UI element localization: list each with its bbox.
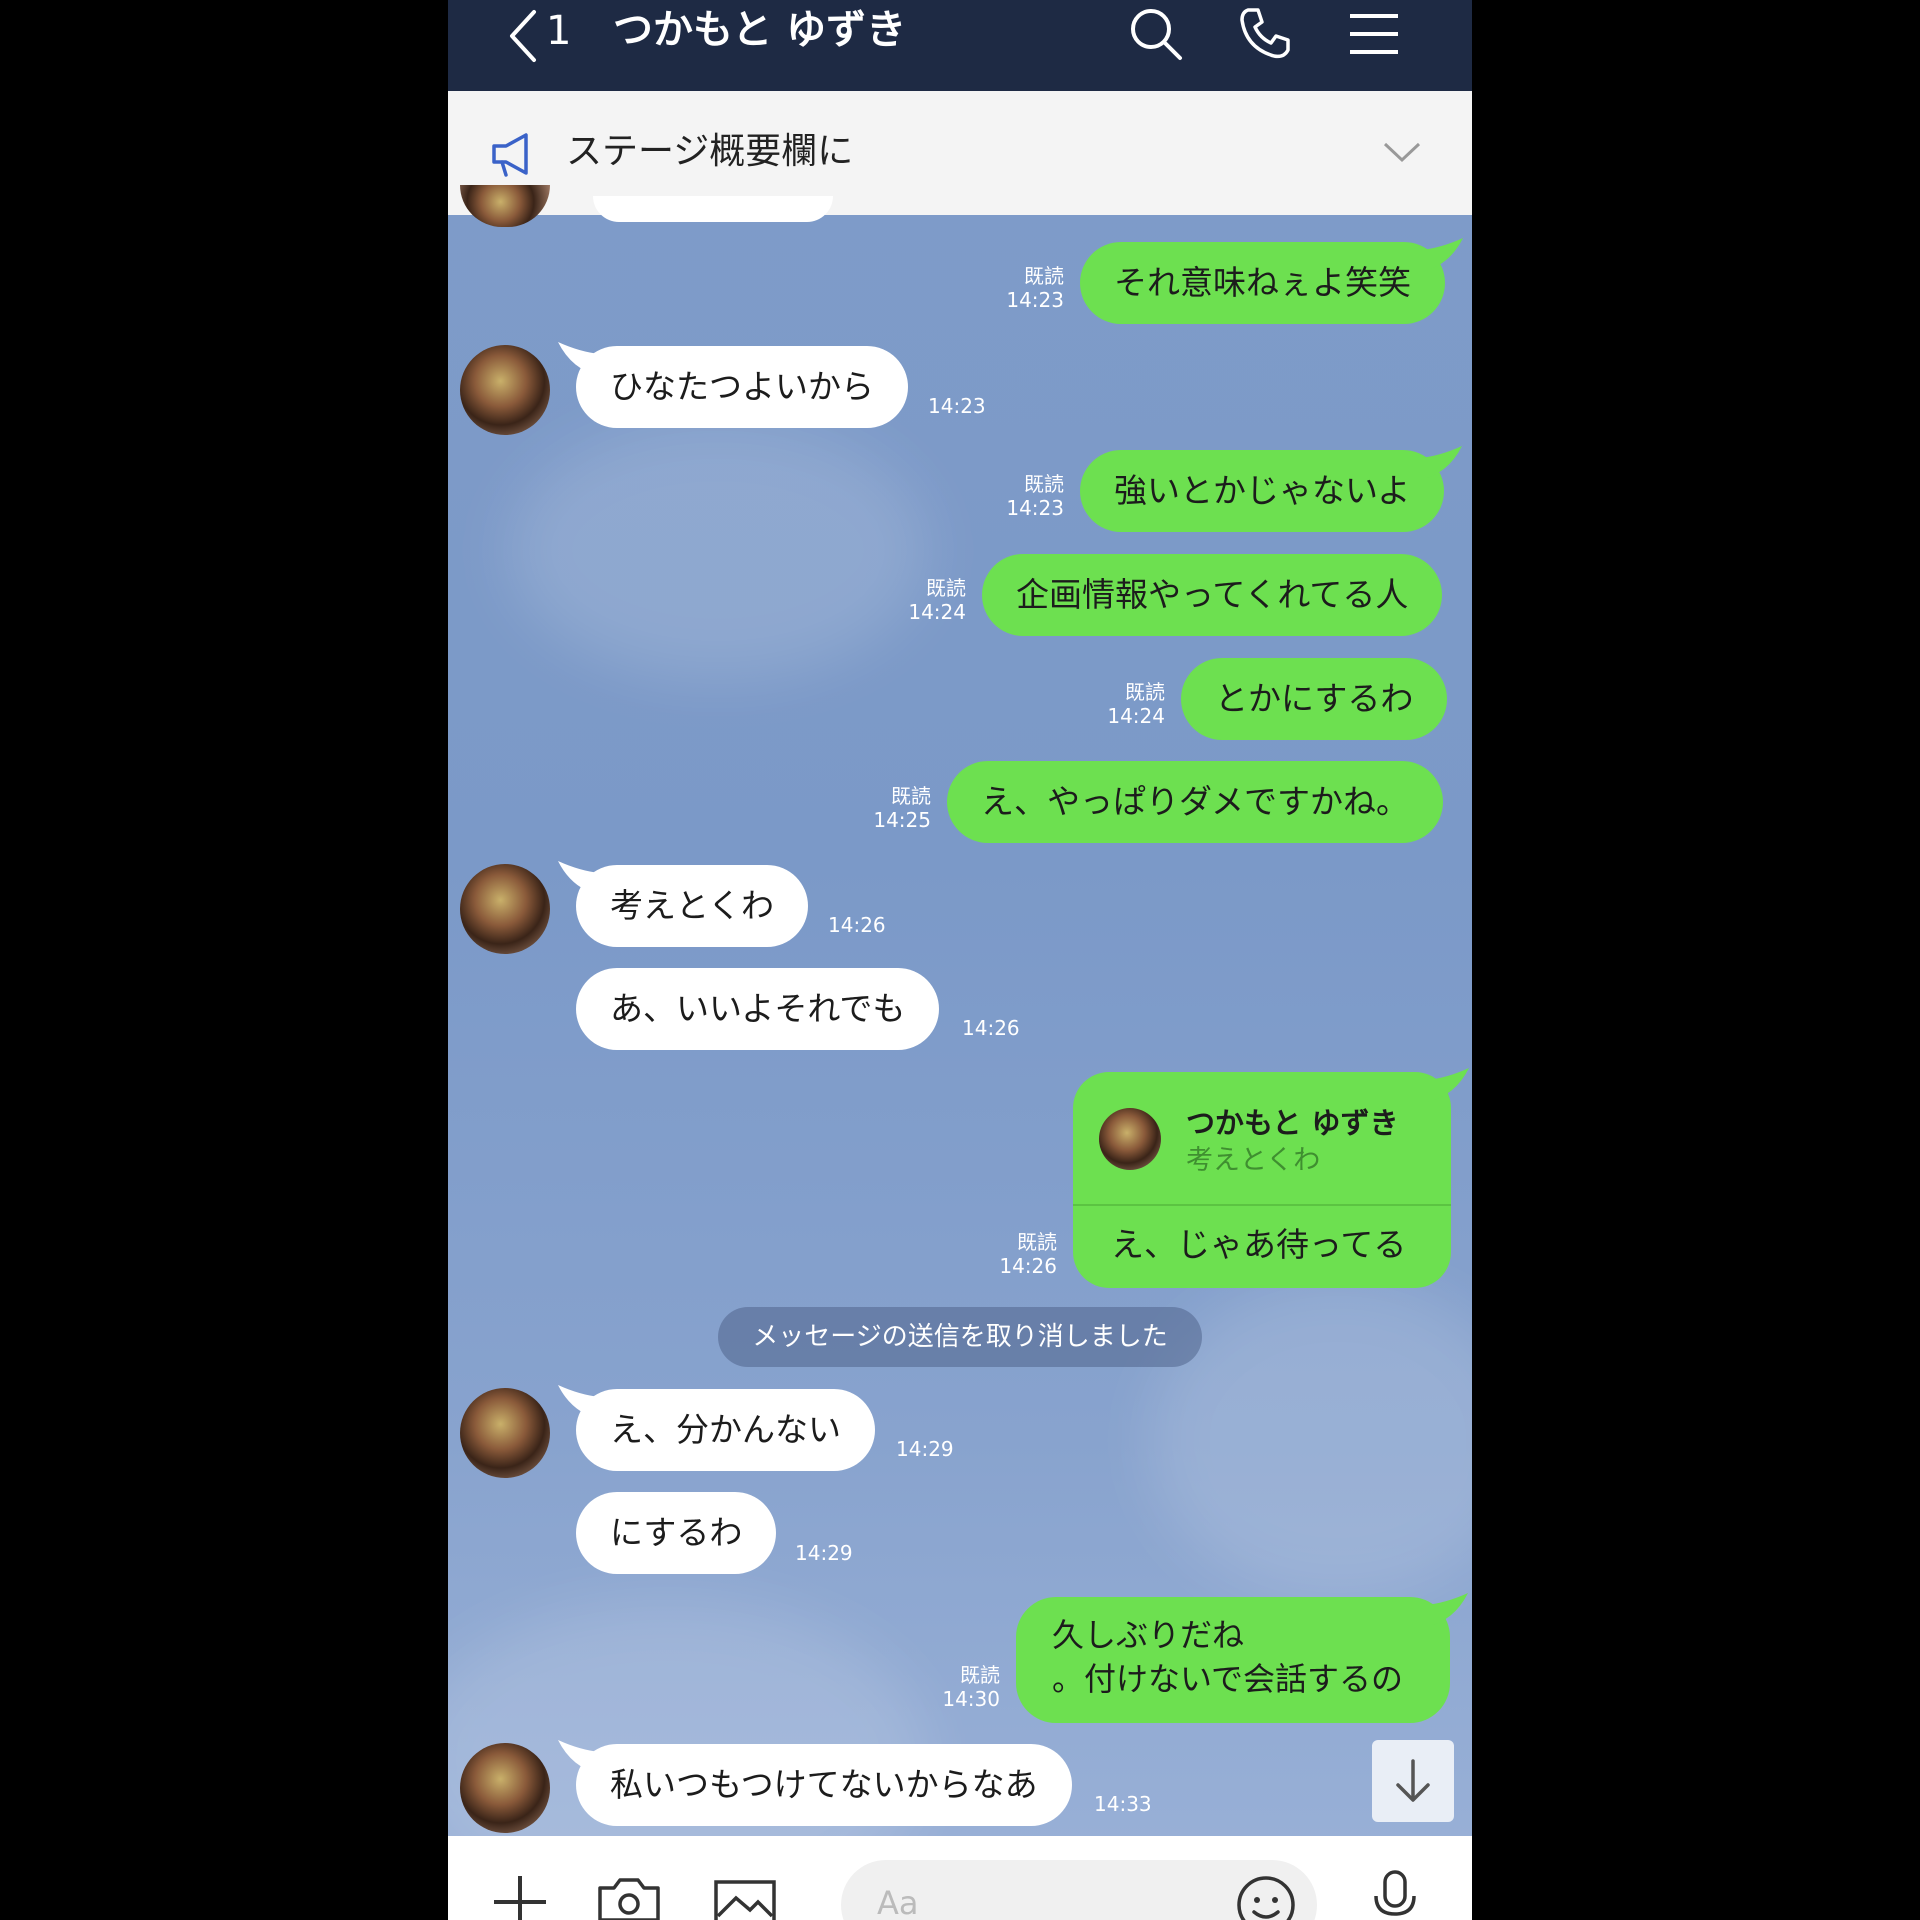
message-text: 強いとかじゃないよ bbox=[1114, 471, 1411, 510]
reply-bubble[interactable]: つかもと ゆずき 考えとくわ え、じゃあ待ってる bbox=[1073, 1068, 1469, 1288]
timestamp: 14:25 bbox=[873, 808, 931, 832]
megaphone-icon bbox=[492, 133, 528, 177]
search-icon[interactable] bbox=[1126, 4, 1186, 64]
timestamp: 14:26 bbox=[828, 913, 886, 937]
incoming-bubble[interactable]: ひなたつよいから bbox=[558, 342, 908, 428]
menu-icon[interactable] bbox=[1344, 4, 1404, 64]
read-receipt: 既読 bbox=[1017, 1230, 1057, 1254]
message-line: 。付けないで会話するの bbox=[1052, 1660, 1404, 1698]
timestamp: 14:26 bbox=[999, 1254, 1057, 1278]
message-meta: 既読 14:24 bbox=[894, 576, 966, 624]
chevron-down-icon[interactable] bbox=[1382, 139, 1422, 165]
chat-header: 1 つかもと ゆずき bbox=[448, 0, 1472, 91]
bubble-tail bbox=[558, 861, 600, 895]
avatar[interactable] bbox=[460, 1388, 550, 1478]
message-text: ひなたつよいから bbox=[610, 367, 874, 406]
message-text: それ意味ねぇよ笑笑 bbox=[1114, 263, 1411, 302]
outgoing-bubble[interactable]: え、やっぱりダメですかね。 bbox=[947, 761, 1444, 843]
outgoing-bubble[interactable]: とかにするわ bbox=[1181, 658, 1448, 740]
bubble-tail bbox=[1426, 1593, 1468, 1627]
incoming-bubble[interactable]: 考えとくわ bbox=[558, 861, 809, 947]
message-text: 考えとくわ bbox=[610, 886, 775, 925]
announcement-text: ステージ概要欄に bbox=[566, 131, 854, 172]
timestamp: 14:23 bbox=[1006, 288, 1064, 312]
arrow-down-icon bbox=[1396, 1759, 1430, 1802]
phone-icon[interactable] bbox=[1234, 4, 1294, 64]
timestamp: 14:33 bbox=[1094, 1792, 1152, 1816]
message-meta: 既読 14:26 bbox=[985, 1230, 1057, 1278]
timestamp: 14:23 bbox=[1006, 496, 1064, 520]
avatar[interactable] bbox=[460, 1743, 550, 1833]
system-message: メッセージの送信を取り消しました bbox=[718, 1307, 1202, 1367]
incoming-bubble[interactable]: 私いつもつけてないからなあ bbox=[558, 1740, 1072, 1826]
background-cloud bbox=[508, 420, 928, 680]
message-text: 久しぶりだね 。付けないで会話するの bbox=[1052, 1613, 1403, 1701]
incoming-bubble[interactable]: あ、いいよそれでも bbox=[576, 968, 940, 1050]
message-text: え、やっぱりダメですかね。 bbox=[981, 782, 1410, 821]
emoji-icon[interactable] bbox=[1235, 1874, 1297, 1920]
message-text: とかにするわ bbox=[1215, 679, 1414, 718]
timestamp: 14:29 bbox=[896, 1437, 954, 1461]
read-receipt: 既読 bbox=[1024, 264, 1064, 288]
message-meta: 既読 14:23 bbox=[992, 472, 1064, 520]
message-text: え、じゃあ待ってる bbox=[1111, 1225, 1407, 1264]
read-receipt: 既読 bbox=[960, 1663, 1000, 1687]
message-text: 私いつもつけてないからなあ bbox=[610, 1765, 1038, 1804]
message-text: え、分かんない bbox=[610, 1410, 841, 1449]
bubble-tail bbox=[1427, 1068, 1469, 1102]
message-input[interactable]: Aa bbox=[841, 1860, 1317, 1920]
timestamp: 14:24 bbox=[908, 600, 966, 624]
image-icon[interactable] bbox=[712, 1876, 778, 1920]
read-receipt: 既読 bbox=[891, 784, 931, 808]
incoming-bubble[interactable]: え、分かんない bbox=[558, 1385, 875, 1471]
timestamp: 14:30 bbox=[942, 1687, 1000, 1711]
read-receipt: 既読 bbox=[926, 576, 966, 600]
unread-count[interactable]: 1 bbox=[546, 6, 571, 56]
timestamp: 14:24 bbox=[1107, 704, 1165, 728]
outgoing-bubble[interactable]: 企画情報やってくれてる人 bbox=[982, 554, 1443, 636]
outgoing-bubble[interactable]: それ意味ねぇよ笑笑 bbox=[1080, 238, 1463, 324]
timestamp: 14:26 bbox=[962, 1016, 1020, 1040]
bubble-tail bbox=[1421, 238, 1463, 272]
message-meta: 既読 14:24 bbox=[1093, 680, 1165, 728]
chat-title: つかもと ゆずき bbox=[613, 7, 907, 53]
reply-quote-text[interactable]: 考えとくわ bbox=[1186, 1138, 1320, 1177]
message-meta: 既読 14:25 bbox=[859, 784, 931, 832]
camera-icon[interactable] bbox=[596, 1876, 662, 1920]
plus-icon[interactable] bbox=[488, 1872, 552, 1920]
read-receipt: 既読 bbox=[1024, 472, 1064, 496]
reply-sender-name: つかもと ゆずき bbox=[1186, 1106, 1399, 1140]
chat-screen: 1 つかもと ゆずき ステージ概要欄に それ意味ねぇよ笑笑 既読 14:23 ひ… bbox=[448, 0, 1472, 1920]
partial-bubble bbox=[593, 196, 833, 222]
outgoing-bubble[interactable]: 強いとかじゃないよ bbox=[1080, 446, 1463, 532]
message-text: 企画情報やってくれてる人 bbox=[1016, 575, 1409, 614]
message-line: 久しぶりだね bbox=[1052, 1616, 1245, 1654]
divider bbox=[1073, 1204, 1451, 1206]
bubble-tail bbox=[558, 342, 600, 376]
message-text: あ、いいよそれでも bbox=[610, 989, 906, 1028]
input-placeholder: Aa bbox=[877, 1884, 919, 1920]
bubble-tail bbox=[558, 1385, 600, 1419]
message-text: にするわ bbox=[610, 1513, 743, 1552]
avatar[interactable] bbox=[460, 345, 550, 435]
incoming-bubble[interactable]: にするわ bbox=[576, 1492, 777, 1574]
message-meta: 既読 14:23 bbox=[992, 264, 1064, 312]
avatar[interactable] bbox=[460, 864, 550, 954]
message-meta: 既読 14:30 bbox=[928, 1663, 1000, 1711]
bubble-tail bbox=[1420, 446, 1463, 480]
avatar bbox=[460, 185, 550, 227]
avatar bbox=[1099, 1108, 1161, 1170]
mic-icon[interactable] bbox=[1368, 1870, 1422, 1920]
read-receipt: 既読 bbox=[1125, 680, 1165, 704]
bubble-tail bbox=[558, 1740, 600, 1774]
outgoing-bubble[interactable]: 久しぶりだね 。付けないで会話するの bbox=[1016, 1593, 1468, 1723]
timestamp: 14:29 bbox=[795, 1541, 853, 1565]
scroll-to-bottom-button[interactable] bbox=[1372, 1740, 1454, 1822]
timestamp: 14:23 bbox=[928, 394, 986, 418]
